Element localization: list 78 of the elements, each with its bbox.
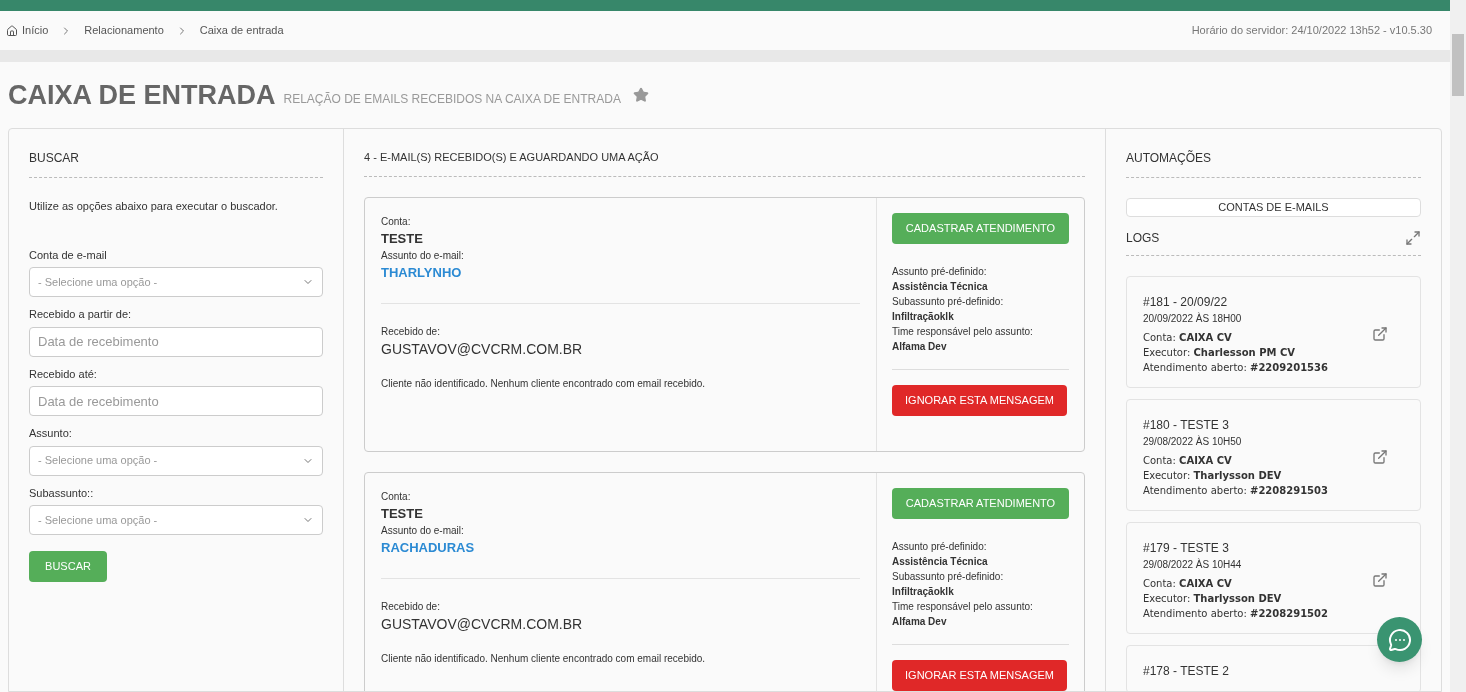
register-button[interactable]: CADASTRAR ATENDIMENTO (892, 487, 1069, 519)
log-detail: Conta: CAIXA CV (1143, 453, 1233, 468)
search-hint: Utilize as opções abaixo para executar o buscador. (29, 199, 279, 214)
select-field[interactable]: - Selecione uma opção - (29, 505, 323, 535)
log-title: #181 - 20/09/22 (1143, 293, 1229, 311)
log-detail: Atendimento aberto: #2208291503 (1143, 483, 1329, 498)
field-label: Subassunto:: (29, 485, 95, 501)
log-detail: Executor: Charlesson PM CV (1143, 345, 1296, 360)
account-name: TESTE (381, 229, 424, 248)
detail-value: Infiltraçãoklk (892, 309, 955, 324)
ignore-button[interactable]: IGNORAR ESTA MENSAGEM (892, 384, 1067, 416)
log-detail: Conta: CAIXA CV (1143, 330, 1233, 345)
detail-label: Time responsável pelo assunto: (892, 324, 1034, 339)
star-icon[interactable] (632, 87, 649, 103)
section-heading: BUSCAR (29, 149, 323, 178)
chat-icon (1387, 627, 1412, 652)
account-label: Conta: (381, 489, 412, 504)
page-title: CAIXA DE ENTRADA (8, 78, 276, 112)
detail-label: Time responsável pelo assunto: (892, 599, 1034, 614)
detail-label: Subassunto pré-definido: (892, 294, 1005, 309)
logs-heading: LOGS (1126, 229, 1160, 247)
log-date: 29/08/2022 ÀS 10H50 (1143, 434, 1243, 449)
log-detail: Executor: Tharlysson DEV (1143, 468, 1283, 483)
email-subject: THARLYNHO (381, 264, 463, 282)
select-field[interactable]: - Selecione uma opção - (29, 445, 323, 476)
external-link-icon[interactable] (1372, 571, 1388, 588)
ignore-button[interactable]: IGNORAR ESTA MENSAGEM (892, 659, 1067, 691)
expand-icon[interactable] (1405, 229, 1421, 246)
log-detail: Executor: Tharlysson DEV (1143, 591, 1283, 606)
select-field[interactable]: - Selecione uma opção - (29, 267, 323, 297)
subject-label: Assunto do e-mail: (381, 249, 465, 263)
scrollbar-thumb[interactable] (1452, 34, 1464, 96)
page-subtitle: RELAÇÃO DE EMAILS RECEBIDOS NA CAIXA DE ENTRADA (283, 91, 621, 108)
email-subject: RACHADURAS (381, 539, 476, 557)
log-title: #178 - TESTE 2 (1143, 662, 1230, 680)
date-input-field[interactable]: Data de recebimento (29, 386, 323, 416)
sender-email: GUSTAVOV@CVCRM.COM.BR (381, 614, 584, 634)
detail-label: Assunto pré-definido: (892, 264, 988, 279)
detail-value: Assistência Técnica (892, 554, 989, 569)
log-detail: Conta: CAIXA CV (1143, 576, 1233, 591)
detail-value: Alfama Dev (892, 614, 948, 629)
log-date: 20/09/2022 ÀS 18H00 (1143, 311, 1243, 326)
log-detail: Atendimento aberto: #2209201536 (1143, 360, 1329, 375)
section-heading: 4 - E-MAIL(S) RECEBIDO(S) E AGUARDANDO UMA AÇÃO (364, 149, 1085, 177)
scrollbar[interactable] (1450, 0, 1466, 692)
home-icon (6, 24, 18, 37)
detail-label: Assunto pré-definido: (892, 539, 988, 554)
email-accounts-button[interactable]: CONTAS DE E-MAILS (1126, 198, 1421, 217)
log-detail: Atendimento aberto: #2208291502 (1143, 606, 1329, 621)
account-label: Conta: (381, 214, 412, 229)
external-link-icon[interactable] (1372, 448, 1388, 465)
section-heading: AUTOMAÇÕES (1126, 149, 1421, 178)
subject-label: Assunto do e-mail: (381, 524, 465, 538)
account-name: TESTE (381, 504, 424, 523)
breadcrumb-link[interactable]: Caixa de entrada (199, 22, 284, 39)
detail-value: Alfama Dev (892, 339, 948, 354)
search-button[interactable]: BUSCAR (29, 551, 107, 582)
detail-value: Assistência Técnica (892, 279, 989, 294)
field-label: Recebido até: (29, 366, 98, 382)
log-title: #180 - TESTE 3 (1143, 416, 1230, 434)
field-label: Recebido a partir de: (29, 307, 133, 322)
external-link-icon[interactable] (1372, 325, 1388, 342)
sender-label: Recebido de: (381, 324, 441, 339)
server-time: Horário do servidor: 24/10/2022 13h52 - v10.5.30 (1191, 23, 1432, 39)
field-label: Conta de e-mail (29, 247, 108, 263)
log-title: #179 - TESTE 3 (1143, 539, 1230, 557)
log-date: 29/08/2022 ÀS 10H44 (1143, 557, 1243, 572)
field-label: Assunto: (29, 426, 73, 441)
client-note: Cliente não identificado. Nenhum cliente encontrado com email recebido. (381, 651, 707, 666)
register-button[interactable]: CADASTRAR ATENDIMENTO (892, 212, 1069, 244)
detail-value: Infiltraçãoklk (892, 584, 955, 599)
detail-label: Subassunto pré-definido: (892, 569, 1005, 584)
sender-label: Recebido de: (381, 599, 441, 614)
breadcrumb-link[interactable]: Início (6, 22, 49, 39)
date-input-field[interactable]: Data de recebimento (29, 326, 323, 357)
sender-email: GUSTAVOV@CVCRM.COM.BR (381, 339, 584, 359)
breadcrumb-link[interactable]: Relacionamento (84, 22, 164, 39)
client-note: Cliente não identificado. Nenhum cliente encontrado com email recebido. (381, 376, 707, 391)
